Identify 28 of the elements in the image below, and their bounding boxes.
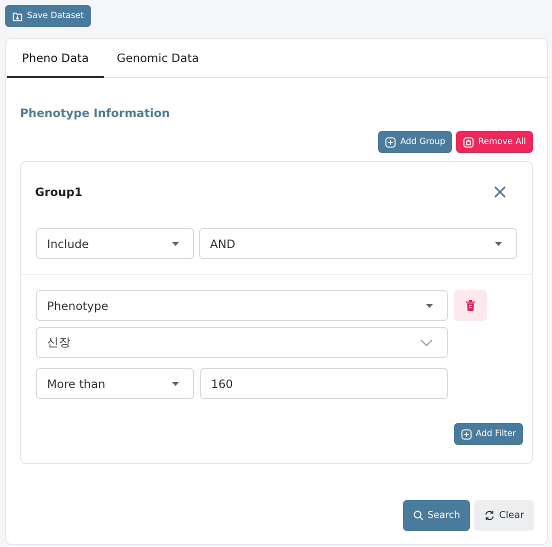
delete-button[interactable]: [454, 290, 487, 321]
tab[interactable]: Genomic Data: [102, 39, 214, 78]
refresh-icon: [484, 510, 496, 521]
section-title: Phenotype Information: [20, 106, 171, 120]
add-filter-button[interactable]: Add Filter: [454, 423, 523, 445]
remove-all-button[interactable]: Remove All: [456, 131, 533, 153]
chevron-down-icon: [420, 338, 433, 346]
group-title: Group1: [35, 185, 82, 199]
save-icon: [12, 10, 23, 22]
caret-down-icon: [172, 382, 179, 386]
caret-down-icon: [172, 242, 179, 246]
operator-dropdown[interactable]: AND: [199, 228, 517, 259]
tab[interactable]: Pheno Data: [7, 39, 104, 78]
save-dataset-button[interactable]: Save Dataset: [5, 5, 91, 27]
search-icon: [412, 510, 424, 521]
value-dropdown[interactable]: 신장: [36, 327, 448, 358]
condition-dropdown[interactable]: More than: [36, 368, 194, 399]
amount-field[interactable]: 160: [200, 368, 448, 399]
caret-down-icon: [495, 242, 502, 246]
clear-button[interactable]: Clear: [474, 500, 534, 531]
close-icon[interactable]: [494, 186, 506, 198]
caret-down-icon: [426, 304, 433, 308]
field-dropdown[interactable]: Phenotype: [36, 290, 448, 321]
plus-icon: [385, 136, 396, 148]
plus-icon: [460, 428, 472, 440]
add-group-button[interactable]: Add Group: [378, 131, 452, 153]
include-dropdown[interactable]: Include: [36, 228, 194, 259]
search-button[interactable]: Search: [402, 500, 470, 531]
